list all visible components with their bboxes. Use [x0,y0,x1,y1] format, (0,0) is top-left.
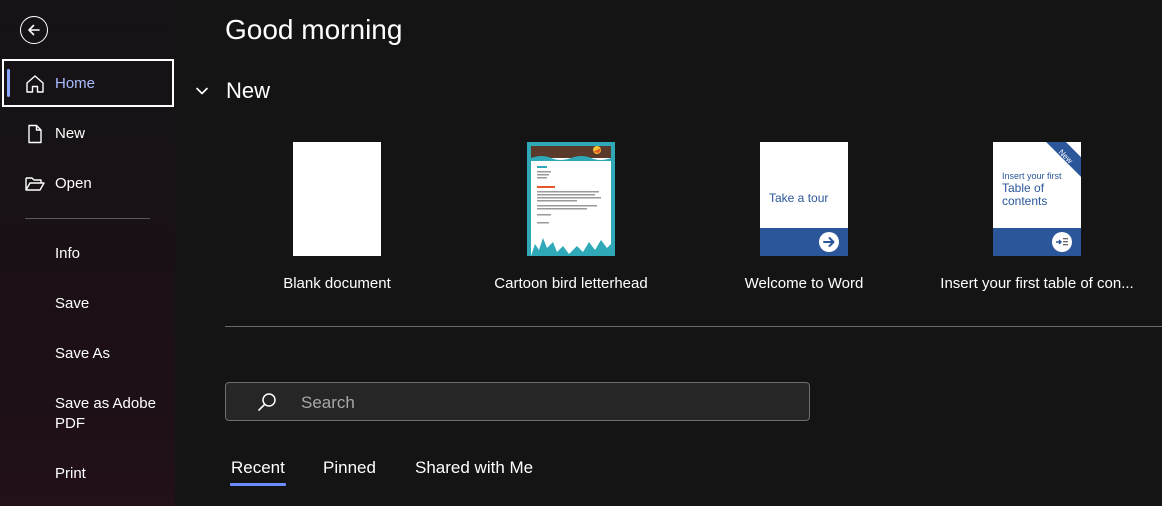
tab-shared-with-me[interactable]: Shared with Me [415,458,533,484]
new-document-icon [28,124,42,144]
template-thumbnail-title: Table of contents [1002,181,1048,208]
sidebar-item-label: New [55,124,86,142]
backstage-sidebar: Home New Open Info Save Save As Save as … [0,0,175,506]
sidebar-item-save-as[interactable]: Save As [55,344,110,364]
template-label: Welcome to Word [744,275,864,292]
open-folder-icon [25,177,45,191]
template-label: Blank document [283,275,391,292]
home-icon [26,75,44,93]
template-insert-table-of-contents[interactable]: Insert your first Table of contents New … [940,142,1134,292]
template-label: Cartoon bird letterhead [494,275,648,292]
search-placeholder: Search [301,393,355,412]
sidebar-divider [25,218,150,219]
template-thumbnail: Insert your first Table of contents New [993,142,1081,256]
section-divider [225,326,1162,327]
back-arrow-icon [28,24,40,36]
tab-pinned[interactable]: Pinned [323,458,376,484]
search-input[interactable]: Search [225,382,810,421]
sidebar-item-home[interactable]: Home [2,59,174,107]
sidebar-item-print[interactable]: Print [55,464,86,484]
selection-indicator [7,69,10,97]
sidebar-item-label: Home [55,74,96,92]
toc-icon [1052,232,1072,252]
letterhead-preview-image [527,142,615,256]
sidebar-item-save-as-adobe-pdf[interactable]: Save as Adobe PDF [55,394,165,434]
template-cartoon-bird-letterhead[interactable]: Cartoon bird letterhead [494,142,648,292]
main-content: Good morning New Blank document Cartoon … [175,0,1162,506]
back-button[interactable] [20,16,48,44]
arrow-right-icon [819,232,839,252]
sidebar-item-info[interactable]: Info [55,244,80,264]
template-thumbnail-caption: Take a tour [769,191,829,205]
greeting-heading: Good morning [225,14,403,45]
template-thumbnail [527,142,615,256]
search-icon [258,393,276,411]
sidebar-item-new[interactable]: New [0,109,175,157]
sidebar-item-label: Open [55,174,92,192]
template-thumbnail-caption: Insert your first [1002,171,1062,181]
template-welcome-to-word[interactable]: Take a tour Welcome to Word [745,142,863,292]
sidebar-item-open[interactable]: Open [0,159,175,207]
template-label: Insert your first table of con... [940,275,1134,292]
new-section-toggle[interactable]: New [195,78,270,104]
new-section-title: New [226,78,271,103]
template-thumbnail: Take a tour [760,142,848,256]
template-thumbnail [293,142,381,256]
sidebar-item-save[interactable]: Save [55,294,89,314]
chevron-down-icon [196,87,208,95]
template-blank-document[interactable]: Blank document [283,142,391,292]
tab-recent[interactable]: Recent [230,458,286,486]
